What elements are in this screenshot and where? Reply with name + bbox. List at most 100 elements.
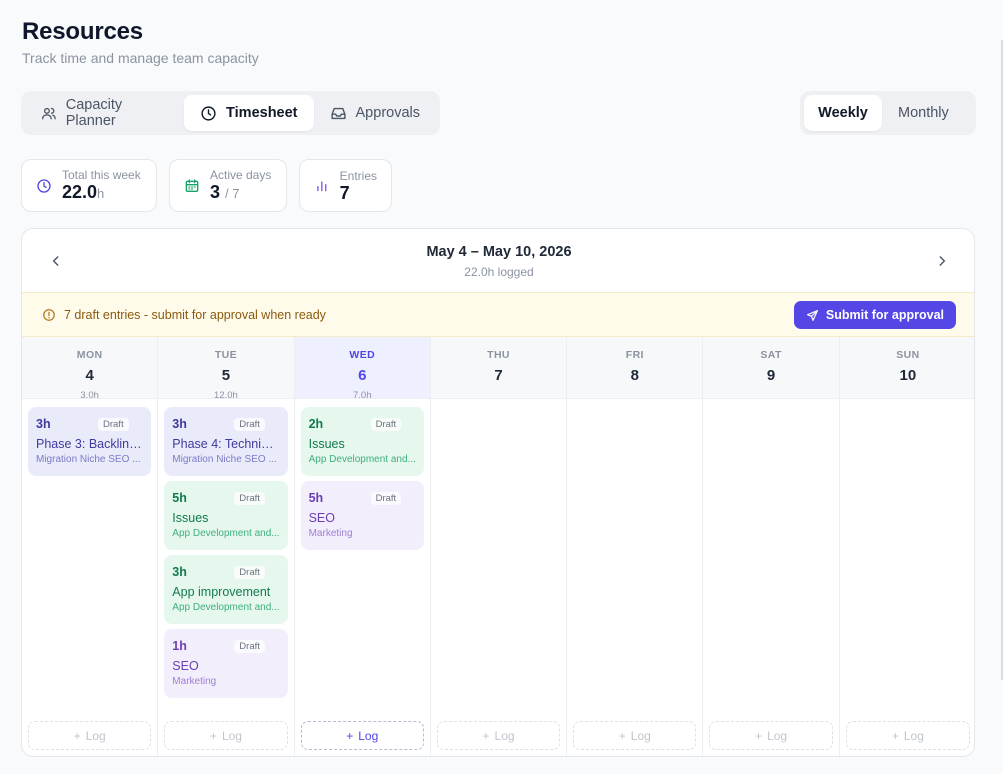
status-badge: Draft [370,418,402,431]
day-header: WED 6 7.0h [294,337,430,401]
time-entry-card[interactable]: 3h Draft Phase 3: Backlink ... Migration Ni… [28,407,152,476]
day-column-sat: SAT 9 + Log [703,337,840,756]
entry-list [567,399,702,415]
log-time-button[interactable]: + Log [436,721,561,750]
entry-list: 3h Draft Phase 3: Backlink ... Migration Ni… [22,399,157,489]
status-badge: Draft [234,492,265,505]
tab-approvals[interactable]: Approvals [314,95,436,131]
calendar-icon [185,178,199,192]
view-toggle: Weekly Monthly [800,91,976,135]
status-badge: Draft [98,418,129,431]
plus-icon: + [73,728,81,743]
time-entry-card[interactable]: 1h Draft SEO Marketing [164,629,288,698]
time-entry-card[interactable]: 5h Draft Issues App Development and... [164,481,288,550]
week-grid: MON 4 3.0h 3h Draft Phase 3: Backlink ... Migr… [22,337,974,756]
day-column-fri: FRI 8 + Log [567,337,704,756]
stat-entries: Entries 7 [299,159,392,212]
day-number: 7 [494,367,503,384]
day-number: 8 [630,367,639,384]
day-column-thu: THU 7 + Log [430,337,568,756]
plus-icon: + [482,728,490,743]
weekly-toggle[interactable]: Weekly [804,95,882,131]
entry-project: Marketing [308,528,353,539]
week-range: May 4 – May 10, 2026 [426,244,572,260]
entry-task: Phase 4: Technical ... [172,437,280,451]
entry-list: 2h Draft Issues App Development and... 5h Dra… [295,399,430,563]
entry-task: SEO [172,659,199,673]
day-of-week: THU [487,349,510,361]
next-week-button[interactable] [928,247,956,275]
hours-logged: 22.0h logged [464,265,534,279]
clock-icon [201,105,216,121]
log-time-button[interactable]: + Log [300,721,424,750]
day-number: 10 [899,367,917,384]
stat-value: 22.0h [62,181,105,202]
stat-label: Active days [210,167,272,182]
entry-project: App Development and... [172,528,280,539]
day-column-mon: MON 4 3.0h 3h Draft Phase 3: Backlink ... Migr… [22,337,159,756]
submit-label: Submit for approval [825,308,944,322]
monthly-toggle[interactable]: Monthly [882,95,965,131]
time-entry-card[interactable]: 5h Draft SEO Marketing [300,481,424,550]
entry-task: App improvement [172,585,271,599]
day-of-week: WED [349,349,376,361]
log-label: Log [85,728,106,743]
app-frame: Resources Track time and manage team cap… [0,0,1003,774]
log-time-button[interactable]: + Log [845,721,971,750]
log-time-button[interactable]: + Log [28,721,152,750]
log-time-button[interactable]: + Log [573,721,697,750]
plus-icon: + [891,728,899,743]
entry-list: 3h Draft Phase 4: Technical ... Migration N… [158,399,293,711]
day-of-week: MON [76,349,103,361]
day-column-wed: WED 6 7.0h 2h Draft Issues App Development and… [294,337,431,756]
submit-for-approval-button[interactable]: Submit for approval [793,301,956,329]
entry-list [703,399,838,415]
log-label: Log [494,728,515,743]
entry-project: App Development and... [172,602,280,613]
entry-project: Migration Niche SEO ... [36,454,141,465]
tab-timesheet[interactable]: Timesheet [184,95,314,131]
plus-icon: + [209,728,217,743]
tab-label: Timesheet [226,105,298,121]
day-of-week: FRI [625,349,644,361]
page-title: Resources [22,18,143,45]
day-number: 6 [358,367,367,384]
day-of-week: SUN [896,349,920,361]
tab-label: Capacity Planner [65,97,123,129]
day-header: SAT 9 [703,337,839,399]
tab-capacity-planner[interactable]: Capacity Planner [25,95,184,131]
entry-task: Issues [172,511,209,525]
plus-icon: + [755,728,763,743]
send-icon [806,309,818,321]
time-entry-card[interactable]: 3h Draft Phase 4: Technical ... Migration N… [164,407,288,476]
log-label: Log [767,728,788,743]
stat-value: 7 [339,182,350,203]
entry-project: Marketing [172,676,217,687]
log-time-button[interactable]: + Log [709,721,833,750]
time-entry-card[interactable]: 3h Draft App improvement App Development an… [164,555,288,624]
log-label: Log [221,728,242,743]
log-label: Log [903,728,924,743]
day-column-sun: SUN 10 + Log [839,337,974,756]
inbox-icon [330,107,346,119]
clock-icon [37,178,51,193]
chevron-right-icon [939,256,946,266]
day-header: MON 4 3.0h [22,337,158,401]
day-number: 9 [766,367,776,384]
draft-banner: 7 draft entries - submit for approval wh… [22,292,974,337]
tab-label: Approvals [355,105,420,121]
entry-list [431,399,566,415]
day-of-week: TUE [214,349,238,361]
stat-label: Total this week [62,167,141,182]
entry-task: SEO [308,511,335,525]
status-badge: Draft [370,492,402,505]
entry-project: App Development and... [308,454,416,465]
stat-total-week: Total this week 22.0h [21,159,157,212]
banner-text: 7 draft entries - submit for approval wh… [64,307,326,322]
plus-icon: + [346,728,354,743]
log-label: Log [630,728,651,743]
log-time-button[interactable]: + Log [164,721,288,750]
day-header: FRI 8 [567,337,703,399]
time-entry-card[interactable]: 2h Draft Issues App Development and... [300,407,424,476]
day-column-tue: TUE 5 12.0h 3h Draft Phase 4: Technical ... Mi… [158,337,295,756]
